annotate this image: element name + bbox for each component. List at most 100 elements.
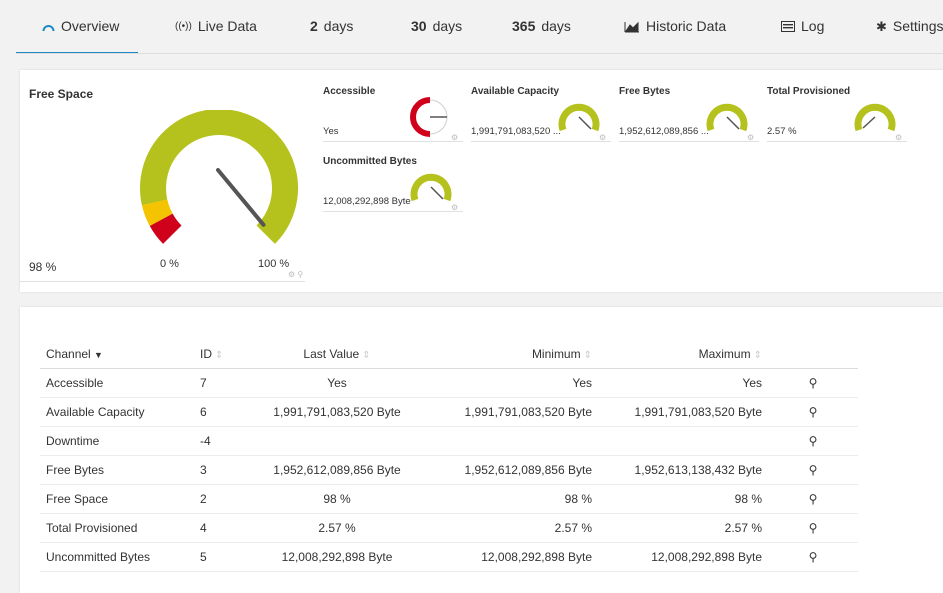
header-label: Maximum xyxy=(698,347,751,362)
total-provisioned-gauge-icon xyxy=(854,103,896,132)
mini-gauge-underline xyxy=(619,141,759,142)
overview-gauge-icon xyxy=(42,18,55,35)
cell-last-value: 2.57 % xyxy=(252,513,422,543)
row-actions: ⚲ xyxy=(768,397,858,427)
mini-gauge-title: Uncommitted Bytes xyxy=(323,156,417,167)
tab-log[interactable]: Log xyxy=(781,18,824,54)
column-header-maximum[interactable]: Maximum ⇕ xyxy=(598,341,768,369)
cell-last-value: 98 % xyxy=(252,484,422,514)
sort-icon: ⇕ xyxy=(583,350,592,362)
cell-last-value xyxy=(252,426,422,456)
tab-number: 2 xyxy=(310,18,318,34)
mini-gauge-accessible[interactable]: Accessible Yes ⚙ xyxy=(323,86,463,158)
sort-desc-icon: ▼ xyxy=(94,350,103,361)
tab-label: Overview xyxy=(61,18,120,34)
table-row[interactable]: Accessible 7 Yes Yes Yes ⚲ xyxy=(40,368,858,398)
table-row[interactable]: Available Capacity 6 1,991,791,083,520 Byt… xyxy=(40,397,858,427)
table-row[interactable]: Free Space 2 98 % 98 % 98 % ⚲ xyxy=(40,484,858,514)
cell-minimum: Yes xyxy=(422,368,598,398)
cell-maximum: Yes xyxy=(598,368,768,398)
mini-gauge-free-bytes[interactable]: Free Bytes 1,952,612,089,856 ... ⚙ xyxy=(619,86,759,158)
table-row[interactable]: Uncommitted Bytes 5 12,008,292,898 Byte 12,… xyxy=(40,542,858,572)
mini-gauge-underline xyxy=(323,141,463,142)
tab-unit: days xyxy=(541,18,571,34)
mini-gauge-underline xyxy=(767,141,907,142)
cell-channel: Free Space xyxy=(40,484,194,514)
cell-channel: Total Provisioned xyxy=(40,513,194,543)
main-gauge-underline xyxy=(20,281,305,282)
table-row[interactable]: Free Bytes 3 1,952,612,089,856 Byte 1,952,6… xyxy=(40,455,858,485)
tab-label: Settings xyxy=(892,18,943,34)
cell-last-value: 1,991,791,083,520 Byte xyxy=(252,397,422,427)
cell-minimum: 2.57 % xyxy=(422,513,598,543)
mini-gauge-title: Accessible xyxy=(323,86,376,97)
sort-icon: ⇕ xyxy=(362,350,371,362)
uncommitted-bytes-gauge-icon xyxy=(410,173,452,202)
table-row[interactable]: Total Provisioned 4 2.57 % 2.57 % 2.57 % ⚲ xyxy=(40,513,858,543)
row-actions: ⚲ xyxy=(768,513,858,543)
main-gauge-title: Free Space xyxy=(29,87,94,101)
cell-id: 2 xyxy=(194,484,252,514)
cell-id: 6 xyxy=(194,397,252,427)
channels-panel: Channel ▼ ID ⇕ Last Value ⇕ Minimum ⇕ Maxim… xyxy=(20,307,943,593)
tab-unit: days xyxy=(323,18,354,34)
column-header-last-value[interactable]: Last Value ⇕ xyxy=(252,341,422,369)
channel-settings-icon[interactable]: ⚲ xyxy=(809,492,818,506)
mini-gauge-underline xyxy=(323,211,463,212)
cell-id: 7 xyxy=(194,368,252,398)
mini-gauge-title: Available Capacity xyxy=(471,86,560,97)
tab-number: 365 xyxy=(512,18,536,34)
accessible-gauge-icon xyxy=(410,97,448,137)
cell-minimum: 98 % xyxy=(422,484,598,514)
channel-settings-icon[interactable]: ⚲ xyxy=(809,434,818,448)
tab-2-days[interactable]: 2 days xyxy=(310,18,353,54)
column-header-minimum[interactable]: Minimum ⇕ xyxy=(422,341,598,369)
column-header-id[interactable]: ID ⇕ xyxy=(194,341,252,369)
tab-365-days[interactable]: 365 days xyxy=(512,18,571,54)
mini-gauge-uncommitted-bytes[interactable]: Uncommitted Bytes 12,008,292,898 Byte ⚙ xyxy=(323,156,463,228)
row-actions: ⚲ xyxy=(768,455,858,485)
mini-gauge-value: 1,952,612,089,856 ... xyxy=(619,126,709,137)
channel-settings-icon[interactable]: ⚲ xyxy=(809,521,818,535)
table-row[interactable]: Downtime -4 ⚲ xyxy=(40,426,858,456)
table-header-row: Channel ▼ ID ⇕ Last Value ⇕ Minimum ⇕ Maxim… xyxy=(40,341,858,369)
available-capacity-gauge-icon xyxy=(558,103,600,132)
channels-table: Channel ▼ ID ⇕ Last Value ⇕ Minimum ⇕ Maxim… xyxy=(40,341,858,572)
tab-30-days[interactable]: 30 days xyxy=(411,18,462,54)
cell-maximum: 98 % xyxy=(598,484,768,514)
row-actions: ⚲ xyxy=(768,426,858,456)
cell-minimum: 12,008,292,898 Byte xyxy=(422,542,598,572)
row-actions: ⚲ xyxy=(768,484,858,514)
free-space-gauge[interactable] xyxy=(129,110,309,250)
channel-settings-icon[interactable]: ⚲ xyxy=(809,405,818,419)
cell-last-value: 12,008,292,898 Byte xyxy=(252,542,422,572)
cell-channel: Free Bytes xyxy=(40,455,194,485)
mini-gauge-total-provisioned[interactable]: Total Provisioned 2.57 % ⚙ xyxy=(767,86,907,158)
header-label: Last Value xyxy=(303,347,360,362)
tab-historic-data[interactable]: Historic Data xyxy=(624,18,726,54)
channel-settings-icon[interactable]: ⚲ xyxy=(809,550,818,564)
tab-overview[interactable]: Overview xyxy=(16,18,138,54)
column-header-channel[interactable]: Channel ▼ xyxy=(40,341,194,369)
mini-gauge-value: 1,991,791,083,520 ... xyxy=(471,126,561,137)
tab-live-data[interactable]: ((•)) Live Data xyxy=(175,18,257,54)
cell-id: 3 xyxy=(194,455,252,485)
header-label: Minimum xyxy=(531,347,581,362)
pin-icon[interactable]: ⚙ ⚲ xyxy=(288,270,303,279)
mini-gauge-available-capacity[interactable]: Available Capacity 1,991,791,083,520 ...… xyxy=(471,86,611,158)
cell-maximum: 2.57 % xyxy=(598,513,768,543)
tab-bar: Overview ((•)) Live Data 2 days 30 days … xyxy=(0,0,943,54)
cell-channel: Downtime xyxy=(40,426,194,456)
tab-label: Log xyxy=(801,18,825,34)
row-actions: ⚲ xyxy=(768,542,858,572)
header-label: Channel xyxy=(46,347,91,362)
cell-minimum xyxy=(422,426,598,456)
tab-settings[interactable]: ✱ Settings xyxy=(876,18,943,54)
channel-settings-icon[interactable]: ⚲ xyxy=(809,463,818,477)
row-actions: ⚲ xyxy=(768,368,858,398)
tab-number: 30 xyxy=(411,18,427,34)
gauges-panel: Free Space 0 % 100 % 98 % ⚙ ⚲ Accessible… xyxy=(20,70,943,292)
cell-maximum: 1,991,791,083,520 Byte xyxy=(598,397,768,427)
channel-settings-icon[interactable]: ⚲ xyxy=(809,376,818,390)
cell-id: 5 xyxy=(194,542,252,572)
